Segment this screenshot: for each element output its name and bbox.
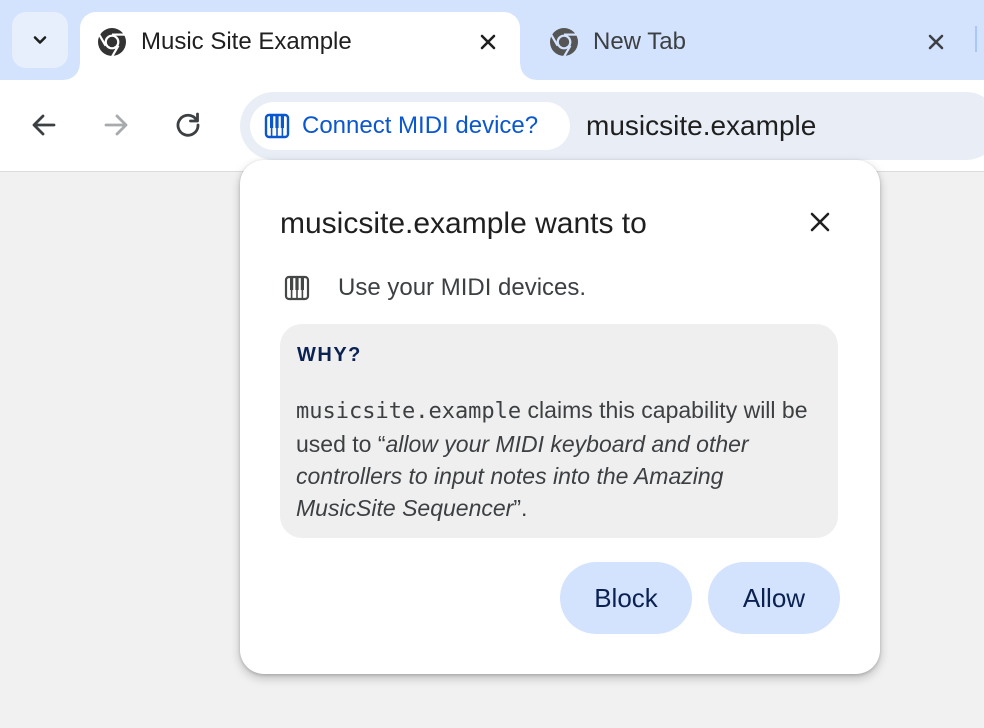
arrow-right-icon: [104, 114, 128, 136]
dialog-close-button[interactable]: [802, 204, 838, 240]
tab-title: New Tab: [593, 28, 686, 55]
reload-icon: [176, 112, 200, 137]
tab-title: Music Site Example: [141, 28, 352, 55]
reload-button[interactable]: [170, 107, 206, 143]
piano-keys-icon: [284, 275, 310, 301]
why-explanation-box: WHY? musicsite.example claims this capab…: [280, 324, 838, 538]
close-icon: [928, 34, 944, 50]
url-text: musicsite.example: [586, 110, 817, 141]
dialog-title: musicsite.example wants to: [280, 207, 647, 240]
permission-row: Use your MIDI devices.: [284, 272, 586, 304]
block-button[interactable]: Block: [560, 562, 692, 634]
tab-music-site[interactable]: Music Site Example: [64, 12, 536, 80]
piano-keys-icon: [264, 113, 290, 139]
permission-text: Use your MIDI devices.: [338, 274, 587, 301]
tab-separator: [975, 26, 977, 52]
permission-dialog: musicsite.example wants to Use your MIDI…: [240, 160, 880, 674]
arrow-left-icon: [32, 114, 56, 136]
why-heading: WHY?: [297, 344, 362, 366]
tab-strip: Music Site Example New Tab: [0, 0, 984, 80]
chevron-down-icon: [33, 36, 47, 44]
close-icon: [480, 34, 496, 50]
forward-button[interactable]: [98, 107, 134, 143]
chrome-icon: [550, 28, 578, 58]
close-icon: [810, 212, 830, 232]
allow-button[interactable]: Allow: [708, 562, 840, 634]
why-claim-suffix: ”.: [513, 495, 528, 521]
why-body: musicsite.example claims this capability…: [296, 394, 826, 524]
chip-label: Connect MIDI device?: [302, 112, 539, 139]
tab-close-button[interactable]: [920, 26, 952, 58]
toolbar: Connect MIDI device? musicsite.example: [0, 80, 984, 172]
why-origin: musicsite.example: [296, 399, 522, 424]
tab-close-button[interactable]: [472, 26, 504, 58]
tab-search-button[interactable]: [12, 12, 68, 68]
tab-new-tab[interactable]: New Tab: [536, 12, 968, 80]
back-button[interactable]: [26, 107, 62, 143]
omnibox[interactable]: Connect MIDI device? musicsite.example: [240, 92, 984, 160]
midi-permission-chip[interactable]: Connect MIDI device?: [250, 102, 570, 150]
chrome-icon: [98, 28, 126, 58]
